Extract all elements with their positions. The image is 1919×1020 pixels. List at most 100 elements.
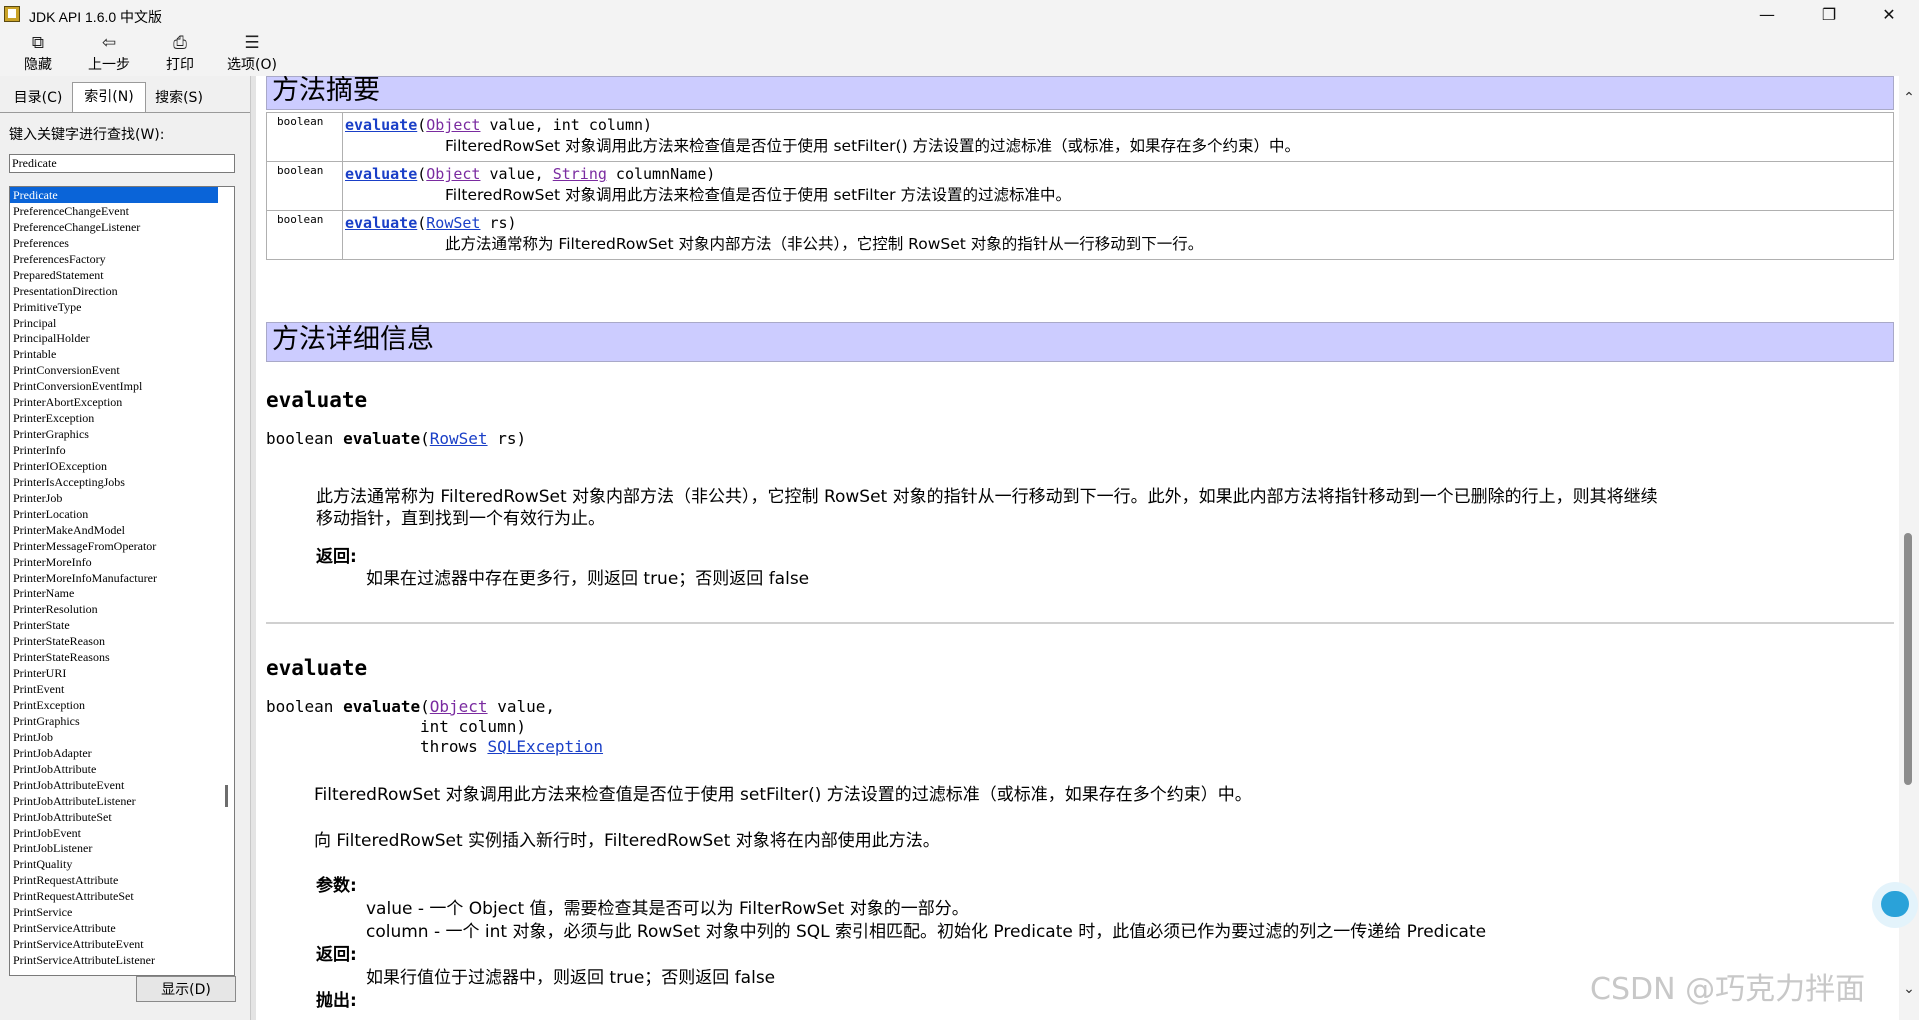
type-link[interactable]: RowSet [426,214,480,232]
index-list-item[interactable]: PreparedStatement [10,267,221,283]
index-list-item[interactable]: PrintConversionEventImpl [10,378,221,394]
index-list-item[interactable]: PrintServiceAttribute [10,920,221,936]
index-list-item[interactable]: PrintJobEvent [10,825,221,841]
assistant-chat-icon[interactable] [1872,882,1918,928]
returns-text: 如果在过滤器中存在更多行，则返回 true；否则返回 false [366,569,810,589]
index-list-item[interactable]: Preferences [10,235,221,251]
method-link[interactable]: evaluate [345,116,417,134]
options-button[interactable]: ☰ 选项(O) [224,32,280,74]
sig-text: value, [487,697,555,716]
print-button[interactable]: ⎙ 打印 [162,32,198,74]
sig-text: boolean [266,429,344,448]
content-scrollbar[interactable]: ⌃ ⌄ [1899,76,1919,1020]
index-list-item[interactable]: PrinterName [10,585,221,601]
index-list-item[interactable]: PrintConversionEvent [10,362,221,378]
index-list-item[interactable]: PrinterStateReasons [10,649,221,665]
index-list-item[interactable]: PrinterGraphics [10,426,221,442]
throws-keyword: throws [420,737,488,756]
index-list-item[interactable]: PrintService [10,904,221,920]
watermark: CSDN @巧克力拌面 [1590,972,1866,1007]
exception-link[interactable]: SQLException [487,737,603,756]
index-list-item[interactable]: PrinterMessageFromOperator [10,538,221,554]
index-list-item[interactable]: PrinterMakeAndModel [10,522,221,538]
type-link[interactable]: Object [430,697,488,716]
method-description: FilteredRowSet 对象调用此方法来检查值是否位于使用 setFilt… [314,785,1252,805]
method-link[interactable]: evaluate [345,214,417,232]
index-list-item[interactable]: PrintJobAttributeEvent [10,777,221,793]
method-description: 向 FilteredRowSet 实例插入新行时，FilteredRowSet … [314,831,940,851]
index-list-item[interactable]: PrinterJob [10,490,221,506]
index-list-item[interactable]: PrinterIOException [10,458,221,474]
index-list-item[interactable]: PrinterMoreInfo [10,554,221,570]
index-list-item[interactable]: PreferenceChangeEvent [10,203,221,219]
back-button[interactable]: ⇦ 上一步 [84,32,134,74]
hide-button[interactable]: ⧉ 隐藏 [18,32,58,74]
index-list-item[interactable]: PrintJobAttributeSet [10,809,221,825]
index-list-item[interactable]: PrinterState [10,617,221,633]
index-list-scroll-thumb[interactable] [225,785,228,807]
index-list-item[interactable]: PrintJobAttributeListener [10,793,221,809]
options-label: 选项(O) [227,57,277,73]
index-list-item[interactable]: PrintJobListener [10,840,221,856]
index-list-item[interactable]: Predicate [10,187,221,203]
section-divider [266,622,1894,624]
index-list-item[interactable]: PrimitiveType [10,299,221,315]
type-link[interactable]: String [553,165,607,183]
signature-throws: throws SQLException [420,736,603,758]
minimize-button[interactable]: — [1744,0,1790,30]
index-list-item[interactable]: Principal [10,315,221,331]
index-list-item[interactable]: PrinterURI [10,665,221,681]
show-button[interactable]: 显示(D) [136,976,236,1002]
returns-label: 返回: [316,547,357,567]
index-list-item[interactable]: PrinterLocation [10,506,221,522]
scroll-down-icon[interactable]: ⌄ [1899,981,1919,997]
index-list-item[interactable]: PrintEvent [10,681,221,697]
keyword-input[interactable] [9,154,235,173]
index-list-item[interactable]: PrintException [10,697,221,713]
index-list-item[interactable]: PrintRequestAttributeSet [10,888,221,904]
method-link[interactable]: evaluate [345,165,417,183]
printer-icon: ⎙ [173,33,187,53]
index-list-item[interactable]: PrinterMoreInfoManufacturer [10,570,221,586]
index-list-item[interactable]: PrinterInfo [10,442,221,458]
type-link[interactable]: Object [426,116,480,134]
content-scroll-thumb[interactable] [1904,533,1912,785]
maximize-button[interactable]: ❐ [1806,0,1852,30]
index-list-item[interactable]: PrintRequestAttribute [10,872,221,888]
tab-divider [0,112,250,113]
tab-search[interactable]: 搜索(S) [148,84,210,112]
index-list-item[interactable]: PrintJobAttribute [10,761,221,777]
scroll-up-icon[interactable]: ⌃ [1899,90,1919,106]
index-list-item[interactable]: PreferencesFactory [10,251,221,267]
method-heading: evaluate [266,656,368,680]
index-list-item[interactable]: PrinterIsAcceptingJobs [10,474,221,490]
param-text: value, int column) [480,116,653,134]
method-heading: evaluate [266,388,368,412]
index-list-item[interactable]: PrinterException [10,410,221,426]
index-list-item[interactable]: PreferenceChangeListener [10,219,221,235]
index-list-item[interactable]: PrintJob [10,729,221,745]
index-list-item[interactable]: PrintServiceAttributeEvent [10,936,221,952]
index-list-item[interactable]: PrincipalHolder [10,330,221,346]
index-list[interactable]: Predicate PreferenceChangeEvent Preference… [9,186,235,976]
index-list-item[interactable]: PrintServiceAttributeListener [10,952,221,968]
type-link[interactable]: RowSet [430,429,488,448]
index-list-item[interactable]: PrintJobAdapter [10,745,221,761]
index-list-item[interactable]: PrinterResolution [10,601,221,617]
index-list-item[interactable]: Printable [10,346,221,362]
type-link[interactable]: Object [426,165,480,183]
close-button[interactable]: ✕ [1866,0,1912,30]
tab-index[interactable]: 索引(N) [72,82,146,113]
index-list-item[interactable]: PrinterStateReason [10,633,221,649]
paren: ( [420,429,430,448]
index-list-item[interactable]: PrinterAbortException [10,394,221,410]
index-list-scrollbar[interactable] [218,187,234,975]
options-icon: ☰ [244,33,260,53]
index-list-item[interactable]: PresentationDirection [10,283,221,299]
hide-pane-icon: ⧉ [31,33,45,53]
index-list-item[interactable]: PrintGraphics [10,713,221,729]
index-list-item[interactable]: PrintQuality [10,856,221,872]
return-type: boolean [266,210,343,260]
tab-contents[interactable]: 目录(C) [6,84,70,112]
table-row: boolean evaluate(Object value, String co… [266,161,1894,211]
